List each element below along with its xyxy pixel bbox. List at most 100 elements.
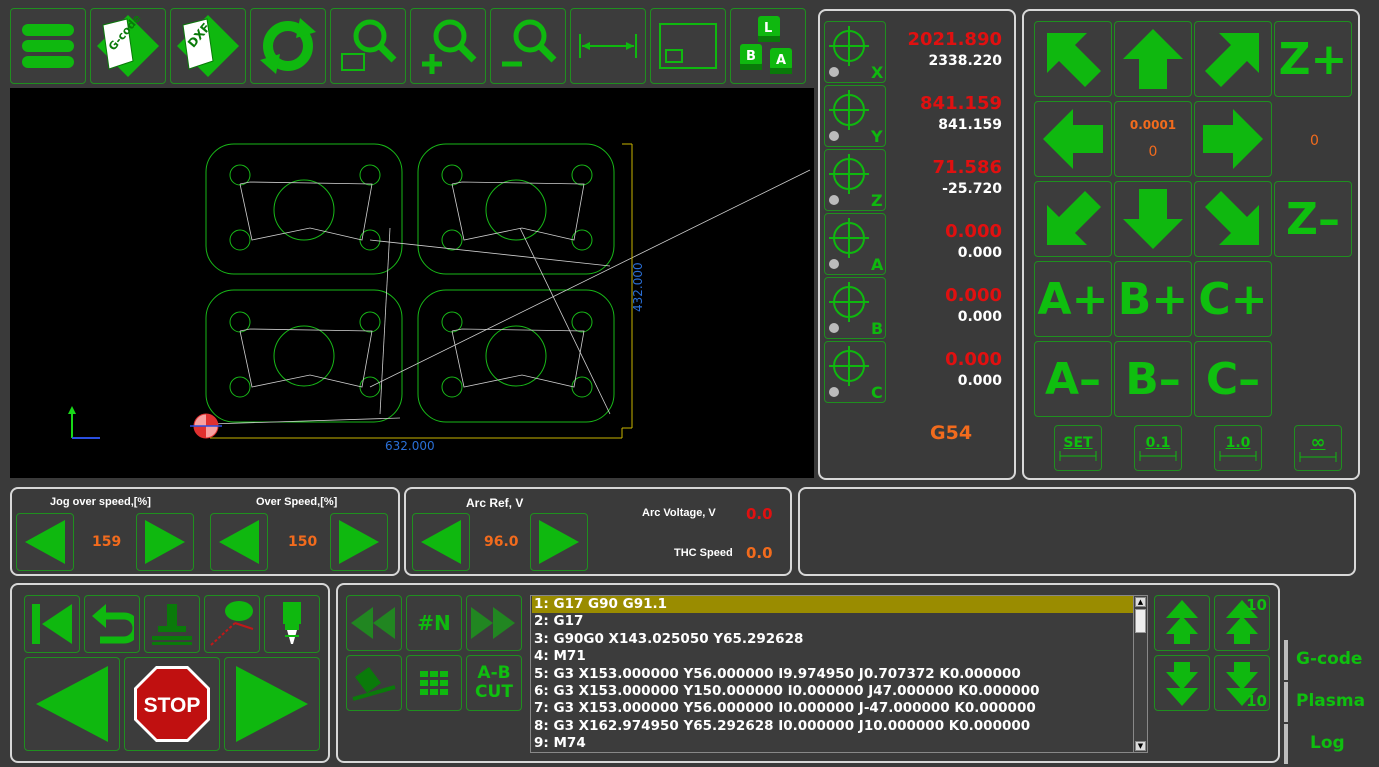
jog-b-minus-button[interactable]: B– [1114, 341, 1192, 417]
listing-scrollbar[interactable]: ▲ ▼ [1133, 596, 1147, 752]
status-led-icon [829, 323, 839, 333]
jog-b-plus-button[interactable]: B+ [1114, 261, 1192, 337]
step-arrows-icon [1299, 452, 1337, 462]
zoom-fit-icon [341, 19, 397, 71]
jog-a-minus-button[interactable]: A– [1034, 341, 1112, 417]
jog-up-left-button[interactable] [1034, 21, 1112, 97]
torch-height-icon [152, 604, 192, 645]
b-plus-label: B+ [1117, 273, 1189, 325]
next-block-button[interactable] [466, 595, 522, 651]
gcode-line[interactable]: 7: G3 X153.000000 Y56.000000 I0.000000 J… [532, 700, 1147, 717]
axis-a-machine-value: 0.000 [945, 221, 1002, 242]
scroll-up-icon[interactable]: ▲ [1135, 597, 1146, 607]
step-arrows-icon [1219, 451, 1257, 461]
gcode-listing[interactable]: 1: G17 G90 G91.1 2: G17 3: G90G0 X143.0250… [530, 595, 1148, 753]
work-offset[interactable]: G54 [930, 422, 972, 444]
start-button[interactable] [224, 657, 320, 751]
arrow-down-icon [1123, 189, 1183, 249]
zoom-fit-button[interactable] [330, 8, 406, 84]
step-continuous-button[interactable]: ∞ [1294, 425, 1342, 471]
jog-z-plus-button[interactable]: Z+ [1274, 21, 1352, 97]
ab-cut-button[interactable]: A-B CUT [466, 655, 522, 711]
jog-down-right-button[interactable] [1194, 181, 1272, 257]
torch-down-button[interactable] [144, 595, 200, 653]
jog-left-button[interactable] [1034, 101, 1112, 177]
gcode-line[interactable]: 4: M71 [532, 648, 1147, 665]
zero-axis-c-button[interactable]: C [824, 341, 886, 403]
jog-speed-down-button[interactable] [16, 513, 74, 571]
jog-right-button[interactable] [1194, 101, 1272, 177]
zero-axis-b-button[interactable]: B [824, 277, 886, 339]
zero-axis-x-button[interactable]: X [824, 21, 886, 83]
zero-axis-y-button[interactable]: Y [824, 85, 886, 147]
scroll-down-icon[interactable]: ▼ [1135, 741, 1146, 751]
page-down-button[interactable]: 10 [1214, 655, 1270, 711]
jog-c-plus-button[interactable]: C+ [1194, 261, 1272, 337]
zero-axis-z-button[interactable]: Z [824, 149, 886, 211]
open-gcode-button[interactable]: G-code [90, 8, 166, 84]
jog-down-button[interactable] [1114, 181, 1192, 257]
jog-speed-up-button[interactable] [136, 513, 194, 571]
gcode-line[interactable]: 8: G3 X162.974950 Y65.292628 I0.000000 J… [532, 718, 1147, 735]
double-arrow-right-icon [471, 607, 515, 639]
gcode-line[interactable]: 3: G90G0 X143.025050 Y65.292628 [532, 631, 1147, 648]
menu-button[interactable] [10, 8, 86, 84]
axis-letter: B [871, 319, 883, 338]
gcode-line[interactable]: 5: G3 X153.000000 Y56.000000 I9.974950 J… [532, 666, 1147, 683]
keyboard-button[interactable]: L B A [730, 8, 806, 84]
path-button[interactable] [204, 595, 260, 653]
step-10-button[interactable]: 1.0 [1214, 425, 1262, 471]
tab-plasma-label: Plasma [1296, 691, 1366, 711]
array-button[interactable] [406, 655, 462, 711]
jog-down-left-button[interactable] [1034, 181, 1112, 257]
open-dxf-button[interactable]: DXF [170, 8, 246, 84]
double-arrow-left-icon [351, 607, 395, 639]
over-speed-up-button[interactable] [330, 513, 388, 571]
stop-button[interactable]: STOP [124, 657, 220, 751]
gcode-line[interactable]: 9: M74 [532, 735, 1147, 752]
step-01-button[interactable]: 0.1 [1134, 425, 1182, 471]
tab-gcode[interactable]: G-code [1284, 640, 1379, 680]
line-up-button[interactable] [1154, 595, 1210, 651]
jog-up-button[interactable] [1114, 21, 1192, 97]
page-up-step: 10 [1246, 596, 1267, 614]
return-button[interactable] [84, 595, 140, 653]
over-speed-down-button[interactable] [210, 513, 268, 571]
scroll-thumb[interactable] [1135, 609, 1146, 633]
triangle-right-icon [145, 520, 185, 564]
jog-up-right-button[interactable] [1194, 21, 1272, 97]
arc-ref-down-button[interactable] [412, 513, 470, 571]
gcode-line[interactable]: 2: G17 [532, 613, 1147, 630]
prev-block-button[interactable] [346, 595, 402, 651]
arc-ref-up-button[interactable] [530, 513, 588, 571]
zoom-out-button[interactable] [490, 8, 566, 84]
rewind-button[interactable] [24, 595, 80, 653]
gcode-line-selected[interactable]: 1: G17 G90 G91.1 [532, 596, 1133, 614]
side-tabs: G-code Plasma Log [1284, 640, 1379, 765]
page-up-button[interactable]: 10 [1214, 595, 1270, 651]
gcode-line[interactable]: 6: G3 X153.000000 Y150.000000 I0.000000 … [532, 683, 1147, 700]
jog-a-plus-button[interactable]: A+ [1034, 261, 1112, 337]
zero-axis-a-button[interactable]: A [824, 213, 886, 275]
goto-line-button[interactable]: #N [406, 595, 462, 651]
status-led-icon [829, 131, 839, 141]
thc-speed-label: THC Speed [674, 547, 733, 559]
sheet-button[interactable] [346, 655, 402, 711]
frame-button[interactable] [650, 8, 726, 84]
torch-button[interactable] [264, 595, 320, 653]
tab-plasma[interactable]: Plasma [1284, 682, 1379, 722]
zoom-in-button[interactable] [410, 8, 486, 84]
reload-button[interactable] [250, 8, 326, 84]
line-down-button[interactable] [1154, 655, 1210, 711]
toolpath-viewport[interactable]: 632.000 432.000 [10, 88, 814, 478]
tab-log[interactable]: Log [1284, 724, 1379, 764]
arc-ref-value: 96.0 [484, 534, 519, 550]
dxf-file-icon: DXF [177, 15, 239, 77]
status-led-icon [829, 259, 839, 269]
jog-z-minus-button[interactable]: Z– [1274, 181, 1352, 257]
step-set-button[interactable]: SET [1054, 425, 1102, 471]
step-back-button[interactable] [24, 657, 120, 751]
toolbar: G-code DXF L B A [8, 6, 814, 86]
jog-c-minus-button[interactable]: C– [1194, 341, 1272, 417]
measure-button[interactable] [570, 8, 646, 84]
